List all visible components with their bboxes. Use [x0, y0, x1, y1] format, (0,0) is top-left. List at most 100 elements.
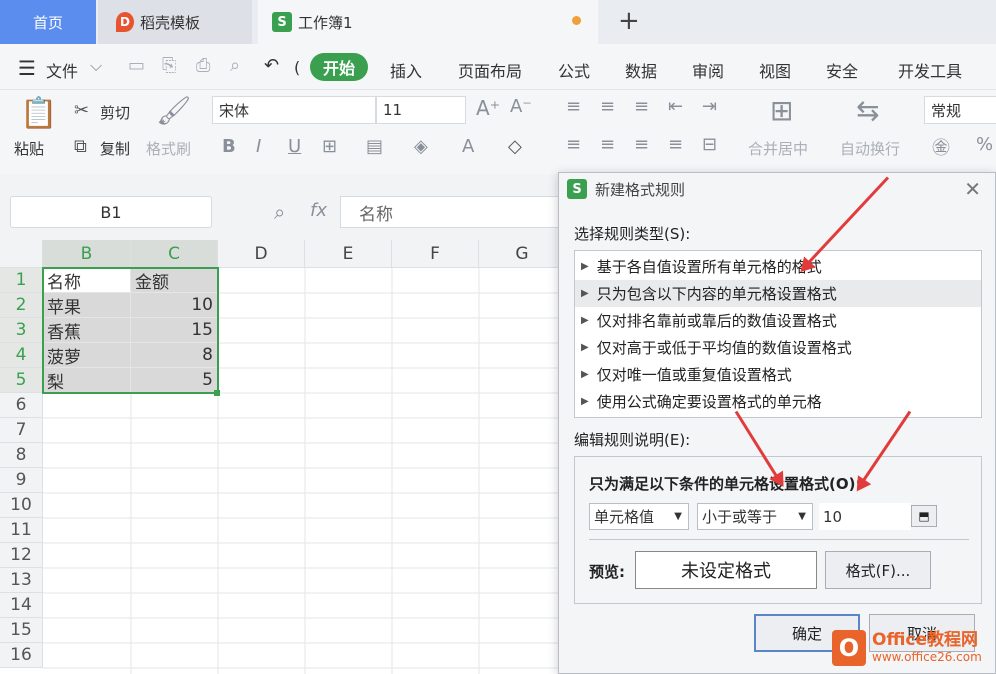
list-item[interactable]: ▶ 仅对排名靠前或靠后的数值设置格式 [575, 307, 981, 334]
chevron-down-icon[interactable]: ⌵ [90, 56, 102, 76]
eraser-icon[interactable]: ◇ [508, 136, 522, 157]
col-header-b[interactable]: B [43, 240, 131, 268]
merge-center-button[interactable]: 合并居中 [748, 138, 808, 159]
rule-type-list[interactable]: ▶ 基于各自值设置所有单元格的格式 ▶ 只为包含以下内容的单元格设置格式 ▶ 仅对排名… [574, 250, 982, 418]
increase-font-icon[interactable]: A⁺ [476, 96, 500, 120]
row-header[interactable]: 2 [0, 293, 43, 318]
row-header[interactable]: 12 [0, 543, 43, 568]
menu-review[interactable]: 审阅 [692, 58, 724, 82]
row-header[interactable]: 15 [0, 618, 43, 643]
cut-button[interactable]: 剪切 [100, 102, 130, 123]
redo-icon[interactable]: ( [294, 58, 300, 77]
range-picker-icon[interactable]: ⬒ [911, 505, 937, 527]
menu-file[interactable]: 文件 [46, 58, 78, 82]
menu-start[interactable]: 开始 [310, 53, 368, 81]
tab-daoke-templates[interactable]: D 稻壳模板 [98, 0, 252, 44]
menu-page-layout[interactable]: 页面布局 [458, 58, 522, 82]
print-icon[interactable]: ⎙ [196, 55, 210, 76]
col-header-f[interactable]: F [392, 240, 479, 268]
close-icon[interactable]: ✕ [964, 177, 981, 201]
row-header[interactable]: 13 [0, 568, 43, 593]
list-item[interactable]: ▶ 仅对唯一值或重复值设置格式 [575, 361, 981, 388]
italic-icon[interactable]: I [256, 136, 261, 157]
condition-type-select[interactable]: 单元格值 ▼ [589, 503, 689, 530]
format-painter-icon[interactable]: 🖌 [156, 94, 192, 127]
align-middle-icon[interactable]: ≡ [600, 96, 615, 117]
undo-icon[interactable]: ↶ [264, 55, 279, 76]
copy-icon[interactable]: ⧉ [74, 136, 87, 157]
paste-button[interactable]: 粘贴 [14, 138, 44, 159]
merge-cells-icon[interactable]: ⊞ [770, 94, 793, 127]
list-item[interactable]: ▶ 仅对高于或低于平均值的数值设置格式 [575, 334, 981, 361]
value-input[interactable]: 10 [819, 503, 911, 530]
currency-icon[interactable]: ㊎ [932, 134, 950, 160]
indent-decrease-icon[interactable]: ⇤ [668, 96, 683, 117]
wrap-text-button[interactable]: 自动换行 [840, 138, 900, 159]
menu-formula[interactable]: 公式 [558, 58, 590, 82]
col-header-g[interactable]: G [479, 240, 566, 268]
menu-insert[interactable]: 插入 [390, 58, 422, 82]
fx-icon[interactable]: fx [310, 200, 327, 221]
operator-select[interactable]: 小于或等于 ▼ [697, 503, 813, 530]
wrap-text-icon[interactable]: ⇆ [856, 94, 879, 127]
export-icon[interactable]: ⎘ [162, 55, 176, 76]
align-left-icon[interactable]: ≡ [566, 134, 581, 155]
scissors-icon[interactable]: ✂ [74, 100, 89, 121]
underline-icon[interactable]: U [288, 136, 301, 157]
menu-data[interactable]: 数据 [625, 58, 657, 82]
decrease-font-icon[interactable]: A⁻ [510, 96, 532, 117]
align-right-icon[interactable]: ≡ [634, 134, 649, 155]
menu-security[interactable]: 安全 [826, 58, 858, 82]
number-format-select[interactable]: 常规 [924, 96, 996, 124]
paste-icon[interactable]: 📋 [20, 96, 57, 131]
font-name-select[interactable]: 宋体 [212, 96, 376, 124]
row-header[interactable]: 4 [0, 343, 43, 368]
col-header-d[interactable]: D [218, 240, 305, 268]
cell-style-icon[interactable]: ▤ [366, 136, 383, 157]
fill-handle[interactable] [214, 390, 220, 396]
font-size-select[interactable]: 11 [376, 96, 466, 124]
hamburger-icon[interactable]: ☰ [18, 56, 36, 80]
fill-color-icon[interactable]: ◈ [414, 136, 428, 157]
row-header[interactable]: 5 [0, 368, 43, 393]
list-item[interactable]: ▶ 基于各自值设置所有单元格的格式 [575, 253, 981, 280]
align-top-icon[interactable]: ≡ [566, 96, 581, 117]
row-header[interactable]: 7 [0, 418, 43, 443]
list-item[interactable]: ▶ 只为包含以下内容的单元格设置格式 [575, 280, 981, 307]
align-center-icon[interactable]: ≡ [600, 134, 615, 155]
tab-home[interactable]: 首页 [0, 0, 96, 44]
formula-input[interactable]: 名称 [340, 196, 590, 228]
row-header[interactable]: 10 [0, 493, 43, 518]
row-header[interactable]: 16 [0, 643, 43, 668]
row-header[interactable]: 6 [0, 393, 43, 418]
border-icon[interactable]: ⊞ [322, 136, 337, 157]
list-item[interactable]: ▶ 使用公式确定要设置格式的单元格 [575, 388, 981, 415]
menu-developer[interactable]: 开发工具 [898, 58, 962, 82]
distribute-icon[interactable]: ⊟ [702, 134, 717, 155]
format-painter-button[interactable]: 格式刷 [146, 138, 191, 159]
bold-icon[interactable]: B [222, 136, 236, 157]
row-header[interactable]: 8 [0, 443, 43, 468]
row-header[interactable]: 14 [0, 593, 43, 618]
preview-icon[interactable]: ⌕ [230, 55, 240, 76]
percent-icon[interactable]: % [976, 134, 993, 155]
tab-workbook[interactable]: S 工作簿1 [258, 0, 598, 44]
name-box[interactable]: B1 [10, 196, 212, 228]
col-header-c[interactable]: C [131, 240, 218, 268]
new-tab-button[interactable]: + [618, 6, 640, 36]
copy-button[interactable]: 复制 [100, 138, 130, 159]
row-header[interactable]: 3 [0, 318, 43, 343]
font-color-icon[interactable]: A [462, 136, 474, 157]
row-header[interactable]: 9 [0, 468, 43, 493]
select-all-corner[interactable] [0, 240, 43, 268]
format-button[interactable]: 格式(F)... [825, 551, 931, 589]
row-header[interactable]: 11 [0, 518, 43, 543]
menu-view[interactable]: 视图 [759, 58, 791, 82]
dialog-titlebar[interactable]: S 新建格式规则 [559, 173, 995, 205]
indent-increase-icon[interactable]: ⇥ [702, 96, 717, 117]
col-header-e[interactable]: E [305, 240, 392, 268]
zoom-icon[interactable]: ⌕ [274, 200, 285, 224]
justify-icon[interactable]: ≡ [668, 134, 683, 155]
row-header[interactable]: 1 [0, 268, 43, 293]
align-bottom-icon[interactable]: ≡ [634, 96, 649, 117]
